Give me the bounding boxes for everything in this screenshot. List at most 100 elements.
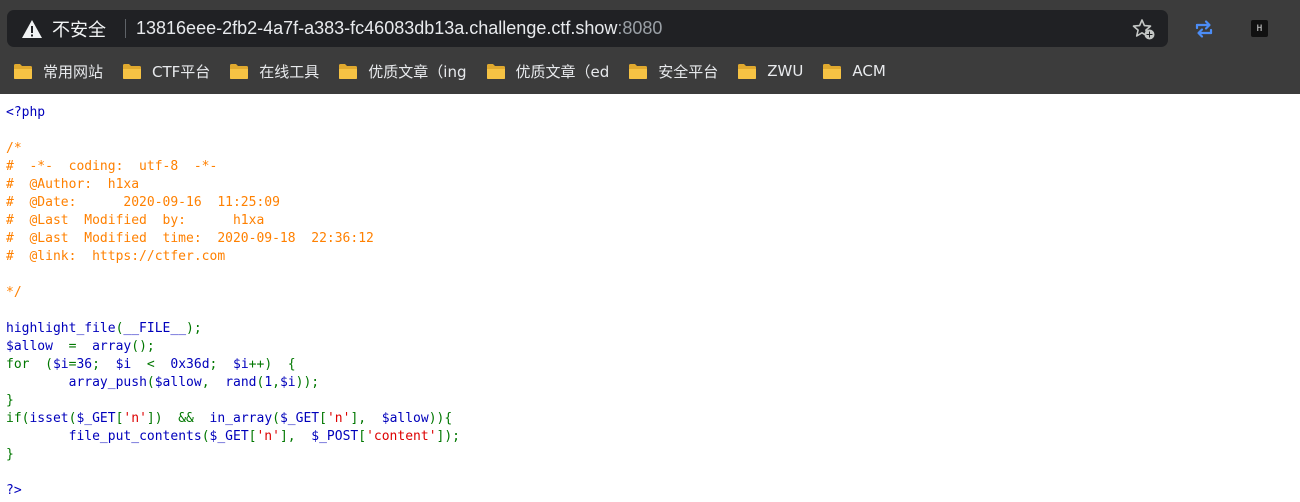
address-bar-divider (125, 19, 126, 38)
warning-triangle-icon (22, 19, 42, 38)
bookmark-folder[interactable]: CTF平台 (122, 56, 210, 86)
security-indicator[interactable]: 不安全 (21, 10, 106, 47)
url-text[interactable]: 13816eee-2fb2-4a7f-a383-fc46083db13a.cha… (136, 10, 662, 47)
code-token: , (201, 375, 226, 390)
bookmark-folder[interactable]: ACM (822, 56, 886, 86)
address-bar[interactable]: 不安全 13816eee-2fb2-4a7f-a383-fc46083db13a… (7, 10, 1168, 47)
bookmark-folder[interactable]: 常用网站 (13, 56, 103, 86)
code-token: file_put_contents (68, 429, 202, 444)
code-token: )); (295, 375, 320, 390)
code-token: */ (6, 285, 22, 300)
code-token: ], (350, 411, 382, 426)
bookmark-label: ZWU (767, 62, 804, 80)
code-token: /* (6, 141, 22, 156)
code-token: $i (279, 375, 296, 390)
url-host: 13816eee-2fb2-4a7f-a383-fc46083db13a.cha… (136, 18, 618, 38)
folder-icon (123, 63, 142, 79)
code-token: $_POST (311, 429, 359, 444)
code-line: for ($i=36; $i < 0x36d; $i++) { (6, 356, 1296, 374)
folder-icon (339, 63, 358, 79)
code-token: ( (201, 429, 210, 444)
h-extension-icon[interactable]: H (1251, 20, 1268, 37)
code-line: */ (6, 284, 1296, 302)
sync-icon[interactable] (1192, 17, 1216, 41)
code-line: <?php (6, 104, 1296, 122)
php-source-code: <?php /* # -*- coding: utf-8 -*- # @Author:… (6, 104, 1296, 500)
folder-icon (230, 63, 249, 79)
folder-icon (738, 63, 757, 79)
bookmark-folder[interactable]: ZWU (737, 56, 803, 86)
code-token: ( (146, 375, 155, 390)
folder-icon (629, 63, 648, 79)
code-token: [ (358, 429, 367, 444)
code-token: # -*- coding: utf-8 -*- (6, 159, 218, 174)
code-line: # -*- coding: utf-8 -*- (6, 158, 1296, 176)
code-token: ); (186, 321, 202, 336)
code-token: ], (279, 429, 312, 444)
code-token: < (146, 357, 171, 372)
code-token: array_push (68, 375, 147, 390)
code-token: 'n' (256, 429, 280, 444)
code-token: $_GET (209, 429, 249, 444)
code-token: 'n' (326, 411, 351, 426)
code-token: isset (29, 411, 69, 426)
code-token: ; (92, 357, 116, 372)
code-token: $i (233, 357, 249, 372)
code-token: = (68, 339, 93, 354)
bookmark-label: ACM (852, 62, 886, 80)
code-token: # @Last Modified by: h1xa (6, 213, 265, 228)
code-token: [ (319, 411, 327, 426)
code-token: __FILE__ (123, 321, 187, 336)
code-token: if( (6, 411, 30, 426)
code-token: 'content' (366, 429, 437, 444)
bookmark-folder[interactable]: 优质文章（ed (486, 56, 610, 86)
code-token: ( (272, 411, 280, 426)
code-token: ++) { (248, 357, 296, 372)
code-token: 0x36d (170, 357, 210, 372)
code-token: } (6, 447, 14, 462)
code-line: # @Last Modified time: 2020-09-18 22:36:… (6, 230, 1296, 248)
code-line: } (6, 392, 1296, 410)
code-token: $i (115, 357, 147, 372)
code-line: highlight_file(__FILE__); (6, 320, 1296, 338)
star-plus-icon[interactable] (1132, 17, 1156, 41)
bookmark-folder[interactable]: 在线工具 (229, 56, 319, 86)
code-token: ; (209, 357, 234, 372)
code-token: ]); (436, 429, 461, 444)
code-token: 36 (76, 357, 93, 372)
code-token: # @Date: 2020-09-16 11:25:09 (6, 195, 280, 210)
folder-icon (486, 63, 505, 79)
folder-icon (14, 63, 32, 79)
code-token: ?> (6, 483, 22, 498)
code-line: ?> (6, 482, 1296, 500)
code-token: , (272, 375, 280, 390)
code-token: $i (52, 357, 69, 372)
bookmark-folder[interactable]: 优质文章（ing (338, 56, 467, 86)
code-line: if(isset($_GET['n']) && in_array($_GET['… (6, 410, 1296, 428)
bookmark-folder[interactable]: 安全平台 (628, 56, 718, 86)
code-token: $_GET (279, 411, 320, 426)
code-line: # @link: https://ctfer.com (6, 248, 1296, 266)
code-token: <?php (6, 105, 46, 120)
url-port: :8080 (617, 18, 663, 38)
code-token: )){ (428, 411, 453, 426)
code-token: } (6, 393, 14, 408)
code-token: $allow (6, 339, 69, 354)
bookmarks-bar: 常用网站 CTF平台 在线工具 优质文章（ing 优质文章（ed 安全平台 ZWU ACM (0, 55, 1300, 87)
code-token: highlight_file (6, 321, 116, 336)
bookmark-label: CTF平台 (152, 62, 211, 81)
bookmark-label: 优质文章（ing (368, 62, 467, 81)
code-token: 'n' (123, 411, 147, 426)
bookmark-label: 优质文章（ed (515, 62, 610, 81)
code-token: (); (131, 339, 155, 354)
browser-toolbar: 不安全 13816eee-2fb2-4a7f-a383-fc46083db13a… (0, 0, 1300, 94)
folder-icon (823, 63, 842, 79)
code-token: rand (225, 375, 257, 390)
bookmark-label: 常用网站 (43, 62, 104, 81)
code-line: $allow = array(); (6, 338, 1296, 356)
code-token: $allow (381, 411, 429, 426)
